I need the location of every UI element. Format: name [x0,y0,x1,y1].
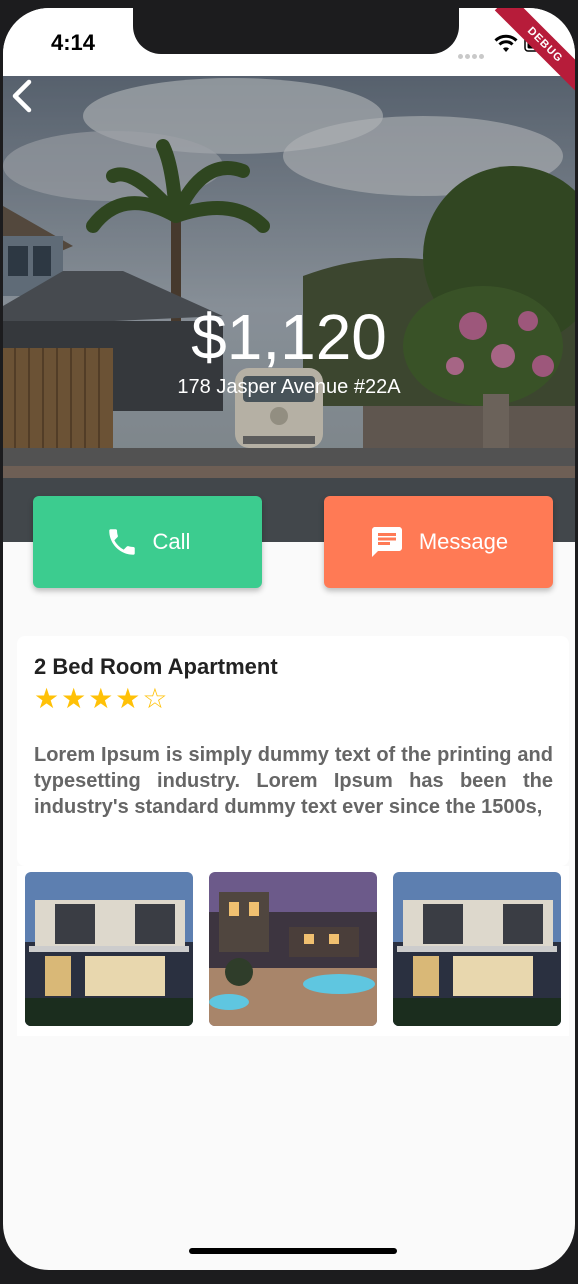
status-time: 4:14 [51,30,96,55]
gallery-thumb-modern-house-2[interactable] [393,872,561,1026]
call-button[interactable]: Call [33,496,262,588]
message-button-label: Message [418,529,509,554]
phone-frame: 4:14 DEBUG $1,120 178 Jasper Avenue #22A… [0,0,578,1284]
gallery-thumb-modern-house[interactable] [25,872,193,1026]
message-button[interactable]: Message [324,496,553,588]
listing-address: 178 Jasper Avenue #22A [177,376,401,398]
star-rating: ★★★★☆ [34,683,170,714]
status-bar: 4:14 DEBUG [3,8,575,96]
gallery-thumb-villa-pool[interactable] [209,872,377,1026]
hero-image: $1,120 178 Jasper Avenue #22A [3,76,575,542]
wifi-icon [494,34,518,52]
home-indicator[interactable] [189,1248,397,1254]
chat-bubble-icon [371,527,402,557]
notch [133,8,459,54]
listing-price: $1,120 [191,301,387,373]
photo-gallery [17,866,569,1036]
listing-details-card: 2 Bed Room Apartment ★★★★☆ Lorem Ipsum i… [17,636,569,866]
phone-icon [108,529,135,555]
back-arrow-icon[interactable] [3,76,43,116]
app-screen: 4:14 DEBUG $1,120 178 Jasper Avenue #22A… [3,8,575,1270]
listing-description: Lorem Ipsum is simply dummy text of the … [34,744,553,818]
call-button-label: Call [152,529,191,554]
cellular-signal-icon [458,46,488,59]
listing-title: 2 Bed Room Apartment [34,654,278,679]
